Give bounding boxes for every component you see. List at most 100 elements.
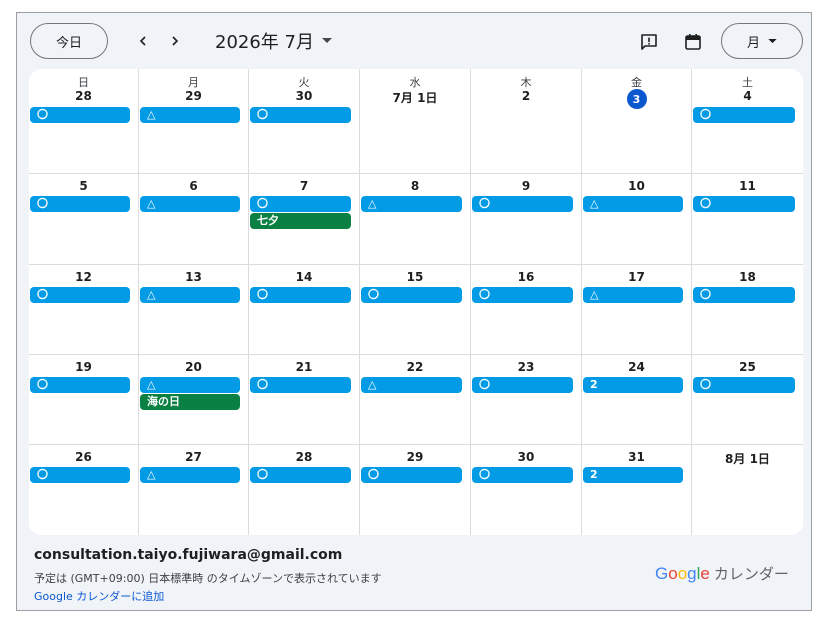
event-chip[interactable]: 〇 (361, 287, 462, 303)
day-cell[interactable]: 8月 1日 (692, 445, 803, 535)
event-chip[interactable]: 〇 (250, 196, 351, 212)
date-number[interactable]: 23 (471, 360, 581, 374)
day-cell[interactable]: 24 2 (582, 355, 692, 445)
date-number[interactable]: 28 (29, 89, 138, 103)
day-cell[interactable]: 木2 (471, 69, 582, 174)
date-number[interactable]: 11 (692, 179, 803, 193)
feedback-button[interactable] (636, 29, 662, 55)
event-chip[interactable]: 〇 (472, 377, 573, 393)
day-cell[interactable]: 15 〇 (360, 265, 471, 355)
month-selector[interactable]: 2026年 7月 (215, 27, 332, 55)
event-chip[interactable]: 〇 (30, 377, 130, 393)
day-cell[interactable]: 8 △ (360, 174, 471, 265)
date-number[interactable]: 29 (360, 450, 470, 464)
date-number[interactable]: 27 (139, 450, 248, 464)
day-cell[interactable]: 水 7月 1日 (360, 69, 471, 174)
date-number[interactable]: 31 (582, 450, 691, 464)
day-cell[interactable]: 金3 (582, 69, 692, 174)
day-cell[interactable]: 28 〇 (249, 445, 360, 535)
date-number[interactable]: 20 (139, 360, 248, 374)
day-cell[interactable]: 土4 〇 (692, 69, 803, 174)
event-chip[interactable]: 〇 (361, 467, 462, 483)
day-cell[interactable]: 26 〇 (29, 445, 139, 535)
date-number[interactable]: 30 (249, 89, 359, 103)
day-cell[interactable]: 月 29 △ (139, 69, 249, 174)
day-cell[interactable]: 9〇 (471, 174, 582, 265)
date-number[interactable]: 9 (471, 179, 581, 193)
event-chip[interactable]: 〇 (693, 196, 795, 212)
date-number[interactable]: 6 (139, 179, 248, 193)
date-number[interactable]: 4 (692, 89, 803, 103)
date-number[interactable]: 16 (471, 270, 581, 284)
event-chip[interactable]: 2 (583, 377, 683, 393)
day-cell[interactable]: 27 △ (139, 445, 249, 535)
day-cell[interactable]: 20 △ 海の日 (139, 355, 249, 445)
day-cell[interactable]: 19 〇 (29, 355, 139, 445)
event-chip[interactable]: △ (361, 377, 462, 393)
day-cell[interactable]: 29 〇 (360, 445, 471, 535)
add-to-google-calendar-link[interactable]: Google カレンダーに追加 (34, 588, 164, 604)
day-cell[interactable]: 30 〇 (471, 445, 582, 535)
day-cell[interactable]: 31 2 (582, 445, 692, 535)
date-number[interactable]: 24 (582, 360, 691, 374)
event-chip[interactable]: 〇 (250, 377, 351, 393)
day-cell[interactable]: 12 〇 (29, 265, 139, 355)
day-cell[interactable]: 火 30 〇 (249, 69, 360, 174)
date-number[interactable]: 8 (360, 179, 470, 193)
event-chip[interactable]: 〇 (250, 107, 351, 123)
day-cell[interactable]: 17 △ (582, 265, 692, 355)
event-chip[interactable]: △ (361, 196, 462, 212)
day-cell[interactable]: 22 △ (360, 355, 471, 445)
date-number[interactable]: 7月 1日 (360, 89, 470, 106)
event-chip[interactable]: 〇 (250, 467, 351, 483)
event-chip[interactable]: △ (583, 287, 683, 303)
event-chip[interactable]: △ (140, 196, 240, 212)
event-chip[interactable]: 2 (583, 467, 683, 483)
event-chip[interactable]: △ (140, 377, 240, 393)
day-cell[interactable]: 6 △ (139, 174, 249, 265)
event-chip[interactable]: △ (140, 107, 240, 123)
date-number[interactable]: 22 (360, 360, 470, 374)
day-cell[interactable]: 16 〇 (471, 265, 582, 355)
prev-month-button[interactable] (131, 29, 155, 53)
event-chip[interactable]: 〇 (693, 287, 795, 303)
date-number[interactable]: 8月 1日 (692, 450, 803, 467)
day-cell[interactable]: 21 〇 (249, 355, 360, 445)
today-date-number[interactable]: 3 (582, 89, 691, 109)
event-chip[interactable]: △ (140, 467, 240, 483)
day-cell[interactable]: 7 〇七夕 (249, 174, 360, 265)
event-chip[interactable]: 〇 (693, 377, 795, 393)
event-chip[interactable]: 〇 (30, 196, 130, 212)
event-chip[interactable]: △ (583, 196, 683, 212)
google-calendar-logo[interactable]: G o o g l e カレンダー (655, 563, 789, 584)
date-number[interactable]: 10 (582, 179, 691, 193)
event-chip[interactable]: 〇 (30, 287, 130, 303)
date-number[interactable]: 5 (29, 179, 138, 193)
event-chip[interactable]: 〇 (472, 196, 573, 212)
date-number[interactable]: 13 (139, 270, 248, 284)
event-chip[interactable]: △ (140, 287, 240, 303)
event-chip[interactable]: 〇 (250, 287, 351, 303)
date-number[interactable]: 15 (360, 270, 470, 284)
view-selector-button[interactable]: 月 (721, 23, 803, 59)
day-cell[interactable]: 14 〇 (249, 265, 360, 355)
event-chip[interactable]: 〇 (30, 467, 130, 483)
date-number[interactable]: 28 (249, 450, 359, 464)
date-number[interactable]: 26 (29, 450, 138, 464)
day-cell[interactable]: 25 〇 (692, 355, 803, 445)
today-button[interactable]: 今日 (30, 23, 108, 59)
day-cell[interactable]: 5〇 (29, 174, 139, 265)
day-cell[interactable]: 18 〇 (692, 265, 803, 355)
day-cell[interactable]: 13 △ (139, 265, 249, 355)
date-number[interactable]: 17 (582, 270, 691, 284)
date-number[interactable]: 30 (471, 450, 581, 464)
date-number[interactable]: 7 (249, 179, 359, 193)
date-number[interactable]: 19 (29, 360, 138, 374)
holiday-event-chip[interactable]: 七夕 (250, 213, 351, 229)
date-number[interactable]: 2 (471, 89, 581, 103)
event-chip[interactable]: 〇 (30, 107, 130, 123)
next-month-button[interactable] (163, 29, 187, 53)
event-chip[interactable]: 〇 (472, 467, 573, 483)
date-number[interactable]: 18 (692, 270, 803, 284)
date-number[interactable]: 12 (29, 270, 138, 284)
